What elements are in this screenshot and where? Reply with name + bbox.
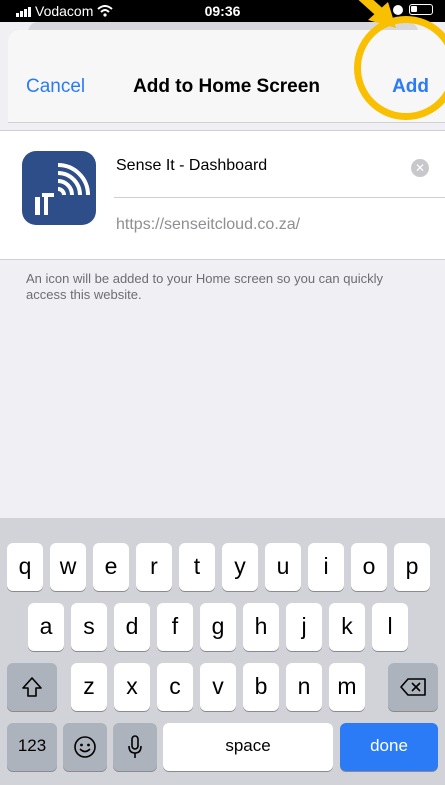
- clear-icon[interactable]: ✕: [411, 159, 429, 177]
- microphone-icon: [128, 735, 142, 758]
- key-k[interactable]: k: [329, 603, 365, 651]
- key-e[interactable]: e: [93, 543, 129, 591]
- key-j[interactable]: j: [286, 603, 322, 651]
- sense-it-app-icon: [22, 151, 96, 225]
- key-b[interactable]: b: [243, 663, 279, 711]
- key-f[interactable]: f: [157, 603, 193, 651]
- key-g[interactable]: g: [200, 603, 236, 651]
- highlight-arrow-icon: [358, 0, 396, 28]
- microphone-key[interactable]: [113, 723, 157, 771]
- key-t[interactable]: t: [179, 543, 215, 591]
- emoji-icon: [74, 736, 96, 758]
- keyboard: q w e r t y u i o p a s d f g h j k l z …: [0, 518, 445, 785]
- key-n[interactable]: n: [286, 663, 322, 711]
- key-x[interactable]: x: [114, 663, 150, 711]
- field-divider: [114, 197, 445, 198]
- shift-key[interactable]: [7, 663, 57, 711]
- key-z[interactable]: z: [71, 663, 107, 711]
- url-field: https://senseitcloud.co.za/: [116, 216, 301, 233]
- key-c[interactable]: c: [157, 663, 193, 711]
- key-d[interactable]: d: [114, 603, 150, 651]
- shift-icon: [22, 677, 42, 697]
- key-v[interactable]: v: [200, 663, 236, 711]
- backspace-key[interactable]: [388, 663, 438, 711]
- key-l[interactable]: l: [372, 603, 408, 651]
- battery-icon: [409, 4, 433, 15]
- key-q[interactable]: q: [7, 543, 43, 591]
- key-w[interactable]: w: [50, 543, 86, 591]
- info-note: An icon will be added to your Home scree…: [26, 271, 383, 302]
- key-i[interactable]: i: [308, 543, 344, 591]
- key-s[interactable]: s: [71, 603, 107, 651]
- key-p[interactable]: p: [394, 543, 430, 591]
- emoji-key[interactable]: [63, 723, 107, 771]
- backspace-icon: [400, 678, 426, 696]
- done-key[interactable]: done: [340, 723, 438, 771]
- key-a[interactable]: a: [28, 603, 64, 651]
- name-field[interactable]: Sense It - Dashboard: [116, 157, 267, 175]
- numbers-key[interactable]: 123: [7, 723, 57, 771]
- key-h[interactable]: h: [243, 603, 279, 651]
- bookmark-form: Sense It - Dashboard ✕ https://senseitcl…: [0, 130, 445, 260]
- key-y[interactable]: y: [222, 543, 258, 591]
- space-key[interactable]: space: [163, 723, 333, 771]
- key-m[interactable]: m: [329, 663, 365, 711]
- key-u[interactable]: u: [265, 543, 301, 591]
- key-o[interactable]: o: [351, 543, 387, 591]
- key-r[interactable]: r: [136, 543, 172, 591]
